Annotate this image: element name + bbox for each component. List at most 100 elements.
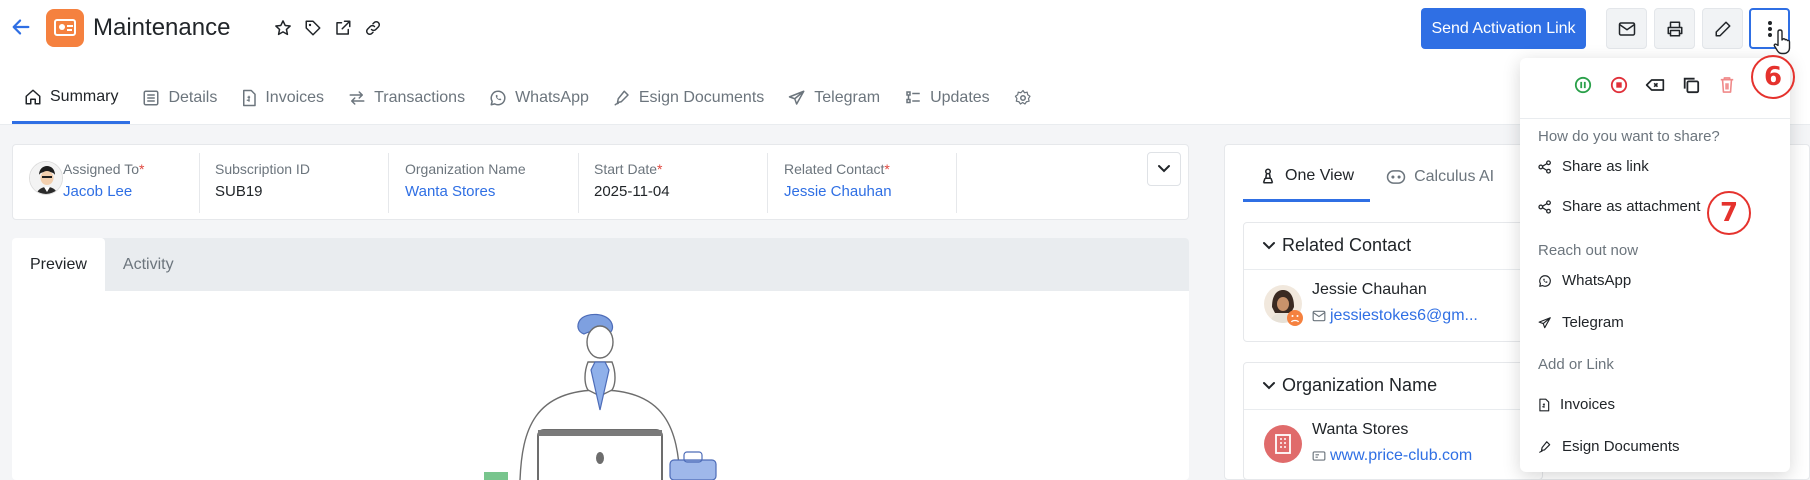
- subscription-id-value: SUB19: [215, 183, 263, 200]
- chevron-down-icon: [1263, 241, 1275, 249]
- external-link-icon[interactable]: [332, 17, 354, 39]
- preview-tabs: Preview Activity: [12, 238, 1189, 291]
- organization-website[interactable]: www.price-club.com: [1312, 447, 1472, 465]
- telegram-icon: [789, 90, 805, 105]
- tab-label: Details: [168, 89, 218, 106]
- tab-details[interactable]: Details: [130, 72, 229, 124]
- related-contact-value[interactable]: Jessie Chauhan: [784, 181, 892, 203]
- more-options-dropdown: How do you want to share? Share as link …: [1520, 58, 1790, 472]
- resume-icon[interactable]: [1572, 74, 1594, 96]
- record-tabs: Summary Details Invoices Transactions Wh…: [12, 72, 1044, 124]
- dropdown-quick-actions: [1572, 74, 1738, 96]
- stop-icon[interactable]: [1608, 74, 1630, 96]
- field-separator: [767, 153, 768, 213]
- field-separator: [578, 153, 579, 213]
- related-contact-field: Related Contact* Jessie Chauhan: [784, 159, 892, 207]
- invoice-icon: [243, 89, 257, 107]
- share-icon: [1538, 199, 1551, 214]
- invoices-item[interactable]: Invoices: [1538, 396, 1615, 413]
- field-label: Assigned To*: [63, 161, 145, 177]
- field-label: Start Date*: [594, 161, 663, 177]
- email-button[interactable]: [1606, 8, 1647, 49]
- card-title: Organization Name: [1282, 375, 1438, 395]
- whatsapp-icon: [490, 90, 506, 106]
- tab-transactions[interactable]: Transactions: [336, 72, 477, 124]
- telegram-icon: [1538, 316, 1551, 328]
- field-label: Related Contact*: [784, 161, 890, 177]
- share-as-link-item[interactable]: Share as link: [1538, 158, 1649, 175]
- contact-name: Jessie Chauhan: [1312, 281, 1427, 298]
- tab-summary[interactable]: Summary: [12, 72, 131, 124]
- card-divider: [1244, 409, 1542, 410]
- add-or-link-section-heading: Add or Link: [1538, 356, 1614, 373]
- link-icon[interactable]: [362, 17, 384, 39]
- tag-icon[interactable]: [302, 17, 324, 39]
- tab-label: One View: [1285, 166, 1355, 184]
- field-separator: [388, 153, 389, 213]
- expand-fields-button[interactable]: [1147, 152, 1181, 186]
- card-header[interactable]: Related Contact: [1262, 235, 1411, 256]
- card-header[interactable]: Organization Name: [1262, 375, 1437, 396]
- card-divider: [1244, 269, 1542, 270]
- chevron-down-icon: [1263, 381, 1275, 389]
- trash-icon[interactable]: [1716, 74, 1738, 96]
- eraser-icon[interactable]: [1644, 74, 1666, 96]
- chevron-down-icon: [1158, 165, 1170, 173]
- assigned-to-field: Assigned To* Jacob Lee: [63, 159, 144, 207]
- related-contact-card: Related Contact Jessie Chauhan jessiesto…: [1243, 222, 1543, 342]
- organization-name-field: Organization Name Wanta Stores: [405, 159, 526, 207]
- start-date-value: 2025-11-04: [594, 183, 670, 200]
- menu-item-label: Share as attachment: [1562, 198, 1701, 215]
- record-info-card: Assigned To* Jacob Lee Subscription ID S…: [12, 144, 1189, 220]
- tab-label: Summary: [50, 87, 119, 105]
- telegram-item[interactable]: Telegram: [1538, 314, 1624, 331]
- start-date-field: Start Date* 2025-11-04: [594, 159, 670, 207]
- step-callout-6: 6: [1751, 55, 1795, 99]
- building-icon: [1264, 425, 1302, 463]
- home-icon: [25, 89, 41, 104]
- tab-label: Transactions: [374, 89, 466, 106]
- signature-pen-icon: [1539, 440, 1551, 453]
- tab-label: Updates: [930, 89, 990, 106]
- tab-updates[interactable]: Updates: [892, 72, 1002, 124]
- menu-item-label: Invoices: [1560, 396, 1616, 413]
- share-icon: [1538, 159, 1551, 174]
- dropdown-divider: [1520, 118, 1790, 119]
- share-as-attachment-item[interactable]: Share as attachment: [1538, 198, 1700, 215]
- tab-one-view[interactable]: One View: [1243, 152, 1371, 202]
- tab-telegram[interactable]: Telegram: [776, 72, 892, 124]
- field-separator: [199, 153, 200, 213]
- ai-bot-icon: [1386, 170, 1406, 184]
- assigned-to-value[interactable]: Jacob Lee: [63, 181, 144, 203]
- send-activation-link-button[interactable]: Send Activation Link: [1421, 8, 1586, 49]
- print-button[interactable]: [1654, 8, 1695, 49]
- gear-icon: [1014, 89, 1031, 105]
- tab-label: Telegram: [814, 89, 881, 106]
- copy-icon[interactable]: [1680, 74, 1702, 96]
- menu-item-label: Esign Documents: [1562, 438, 1680, 455]
- field-label: Subscription ID: [215, 161, 310, 177]
- right-panel-tabs: One View Calculus AI: [1243, 152, 1510, 202]
- app-root: Maintenance Send Activation Link Summary…: [0, 0, 1810, 480]
- organization-website-text: www.price-club.com: [1330, 447, 1473, 464]
- back-arrow-icon[interactable]: [8, 14, 34, 40]
- module-logo-icon: [46, 9, 84, 47]
- tab-calculus-ai[interactable]: Calculus AI: [1370, 152, 1510, 202]
- contact-email[interactable]: jessiestokes6@gm...: [1312, 307, 1478, 325]
- star-icon[interactable]: [272, 17, 294, 39]
- edit-button[interactable]: [1702, 8, 1743, 49]
- details-list-icon: [143, 90, 159, 106]
- tab-esign-documents[interactable]: Esign Documents: [601, 72, 776, 124]
- tab-label: Esign Documents: [638, 89, 765, 106]
- tab-settings[interactable]: [1002, 72, 1044, 124]
- tab-whatsapp[interactable]: WhatsApp: [477, 72, 601, 124]
- tab-activity[interactable]: Activity: [105, 238, 192, 291]
- whatsapp-item[interactable]: WhatsApp: [1538, 272, 1631, 289]
- tab-invoices[interactable]: Invoices: [229, 72, 336, 124]
- field-label: Organization Name: [405, 161, 526, 177]
- menu-item-label: Share as link: [1562, 158, 1649, 175]
- organization-name-value[interactable]: Wanta Stores: [405, 181, 526, 203]
- esign-documents-item[interactable]: Esign Documents: [1538, 438, 1680, 455]
- tab-label: Calculus AI: [1414, 168, 1495, 185]
- tab-preview[interactable]: Preview: [12, 238, 105, 291]
